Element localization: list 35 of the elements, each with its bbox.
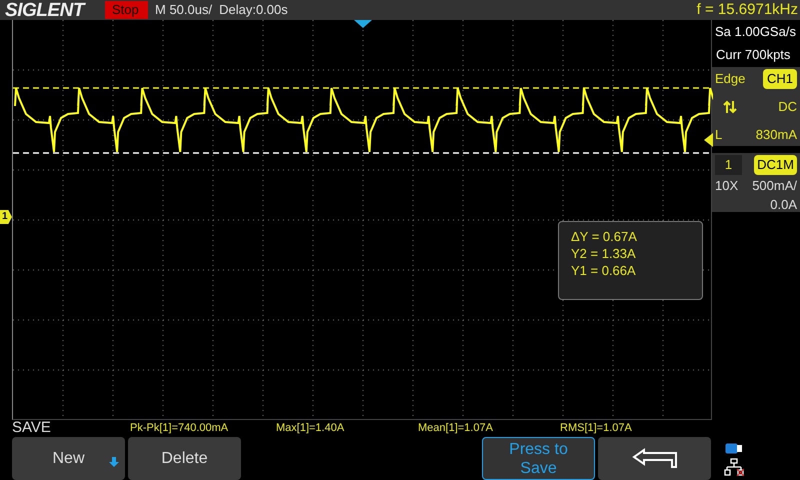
- channel-number: 1: [715, 155, 742, 174]
- back-button[interactable]: [598, 437, 711, 480]
- memory-depth: Curr 700kpts: [715, 46, 792, 64]
- measurement: Max[1]=1.40A: [276, 421, 346, 436]
- trigger-coupling: DC: [778, 98, 797, 116]
- frequency: f = 15.6971kHz: [696, 0, 798, 20]
- return-arrow-icon: [632, 448, 678, 470]
- run-state: Stop: [105, 1, 148, 19]
- network-icon: [724, 458, 744, 476]
- timebase: M 50.0us/: [155, 1, 212, 20]
- press-to-save-button[interactable]: Press to Save: [482, 437, 595, 480]
- trigger-level: 830mA: [756, 126, 797, 144]
- brand-logo: SIGLENT: [5, 0, 87, 20]
- trigger-level-label: L: [715, 126, 722, 144]
- cursor-value: Y2 = 1.33A: [571, 246, 637, 261]
- trigger-type: Edge: [715, 70, 746, 88]
- new-button[interactable]: New: [12, 437, 125, 480]
- measurement: Pk-Pk[1]=740.00mA: [130, 421, 230, 436]
- measurement: Mean[1]=1.07A: [418, 421, 494, 436]
- cursor-value: Y1 = 0.66A: [571, 263, 637, 278]
- down-arrow-icon: [109, 457, 119, 467]
- vertical-scale: 500mA/: [752, 176, 797, 194]
- rising-falling-edge-icon: [723, 100, 737, 114]
- menu-title: SAVE: [12, 418, 52, 438]
- delete-button[interactable]: Delete: [128, 437, 241, 480]
- sample-rate: Sa 1.00GSa/s: [714, 23, 797, 41]
- vertical-offset: 0.0A: [770, 196, 797, 214]
- probe-ratio: 10X: [715, 176, 738, 194]
- channel-marker: 1: [0, 210, 12, 224]
- measurement: RMS[1]=1.07A: [560, 421, 632, 436]
- usb-icon: [725, 443, 743, 454]
- cursor-value: ΔY = 0.67A: [571, 229, 638, 244]
- trigger-source: CH1: [762, 69, 797, 88]
- delay: Delay:0.00s: [219, 1, 288, 20]
- channel-coupling: DC1M: [754, 155, 797, 174]
